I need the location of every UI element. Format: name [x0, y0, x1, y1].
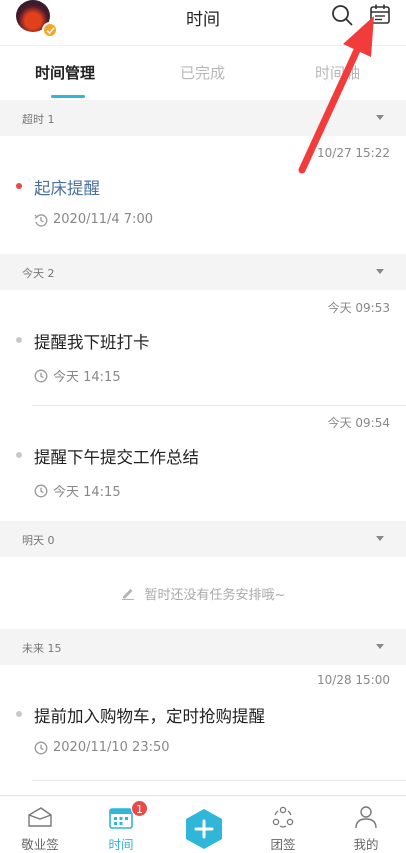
due-time: 2020/11/10 23:50	[34, 740, 170, 755]
due-time-text: 2020/11/4 7:00	[53, 212, 153, 227]
due-time: 2020/11/4 7:00	[34, 212, 153, 227]
nav-item-time[interactable]: 1 时间	[81, 796, 161, 853]
tab-completed[interactable]: 已完成	[180, 62, 225, 83]
divider	[32, 780, 406, 781]
top-bar: 时间	[0, 0, 406, 46]
created-time: 10/27 15:22	[317, 146, 390, 160]
section-label: 未来 15	[22, 642, 62, 655]
task-title: 起床提醒	[34, 179, 100, 198]
section-label: 今天 2	[22, 267, 55, 280]
nav-item-team[interactable]: 团签	[243, 796, 323, 853]
task-title: 提醒我下班打卡	[34, 333, 150, 352]
tab-active-indicator	[51, 95, 85, 98]
section-header-future[interactable]: 未来 15	[0, 629, 406, 665]
chevron-down-icon[interactable]	[376, 269, 384, 274]
empty-state-text: 暂时还没有任务安排哦~	[144, 587, 286, 603]
due-time: 今天 14:15	[34, 366, 121, 385]
pencil-icon	[121, 589, 134, 600]
clock-icon	[34, 369, 48, 382]
created-time: 10/28 15:00	[317, 673, 390, 687]
section-label: 超时 1	[22, 113, 55, 126]
nav-label: 时间	[108, 837, 134, 852]
user-icon	[355, 806, 377, 829]
task-title: 提前加入购物车，定时抢购提醒	[34, 707, 265, 726]
section-header-overdue[interactable]: 超时 1	[0, 100, 406, 136]
created-time: 今天 09:53	[327, 301, 390, 315]
note-icon	[28, 807, 52, 827]
due-time: 今天 14:15	[34, 481, 121, 500]
status-dot-icon	[16, 452, 22, 458]
list-item[interactable]: 今天 09:53 提醒我下班打卡 今天 14:15	[0, 290, 406, 406]
search-icon[interactable]	[331, 4, 353, 26]
nav-item-mine[interactable]: 我的	[326, 796, 406, 853]
tab-timeline[interactable]: 时间轴	[315, 62, 360, 83]
nav-label: 团签	[270, 837, 296, 852]
list-item[interactable]: 10/27 15:22 起床提醒 2020/11/4 7:00	[0, 136, 406, 254]
list-item[interactable]: 今天 09:54 提醒下午提交工作总结 今天 14:15	[0, 406, 406, 521]
tab-time-management[interactable]: 时间管理	[35, 62, 95, 83]
nav-label: 我的	[353, 837, 379, 852]
chevron-down-icon[interactable]	[376, 115, 384, 120]
list-item[interactable]: 10/28 15:00 提前加入购物车，定时抢购提醒 2020/11/10 23…	[0, 665, 406, 795]
overdue-dot-icon	[16, 183, 22, 189]
section-header-today[interactable]: 今天 2	[0, 254, 406, 290]
task-title: 提醒下午提交工作总结	[34, 448, 199, 467]
empty-state: 暂时还没有任务安排哦~	[0, 557, 406, 629]
due-time-text: 2020/11/10 23:50	[53, 740, 170, 755]
due-time-text: 今天 14:15	[53, 370, 121, 385]
chevron-down-icon[interactable]	[376, 536, 384, 541]
status-dot-icon	[16, 337, 22, 343]
team-icon	[272, 806, 294, 828]
nav-item-jingyeqian[interactable]: 敬业签	[0, 796, 80, 853]
status-dot-icon	[16, 711, 22, 717]
tab-bar: 时间管理 已完成 时间轴	[0, 46, 406, 100]
clock-icon	[34, 741, 48, 754]
created-time: 今天 09:54	[327, 416, 390, 430]
section-label: 明天 0	[22, 534, 55, 547]
chevron-down-icon[interactable]	[376, 644, 384, 649]
calendar-icon[interactable]	[369, 3, 391, 25]
due-time-text: 今天 14:15	[53, 485, 121, 500]
snooze-clock-icon	[34, 213, 48, 227]
add-task-button[interactable]	[183, 808, 225, 850]
notification-badge: 1	[131, 800, 148, 817]
nav-label: 敬业签	[21, 837, 59, 852]
section-header-tomorrow[interactable]: 明天 0	[0, 521, 406, 557]
clock-icon	[34, 484, 48, 497]
